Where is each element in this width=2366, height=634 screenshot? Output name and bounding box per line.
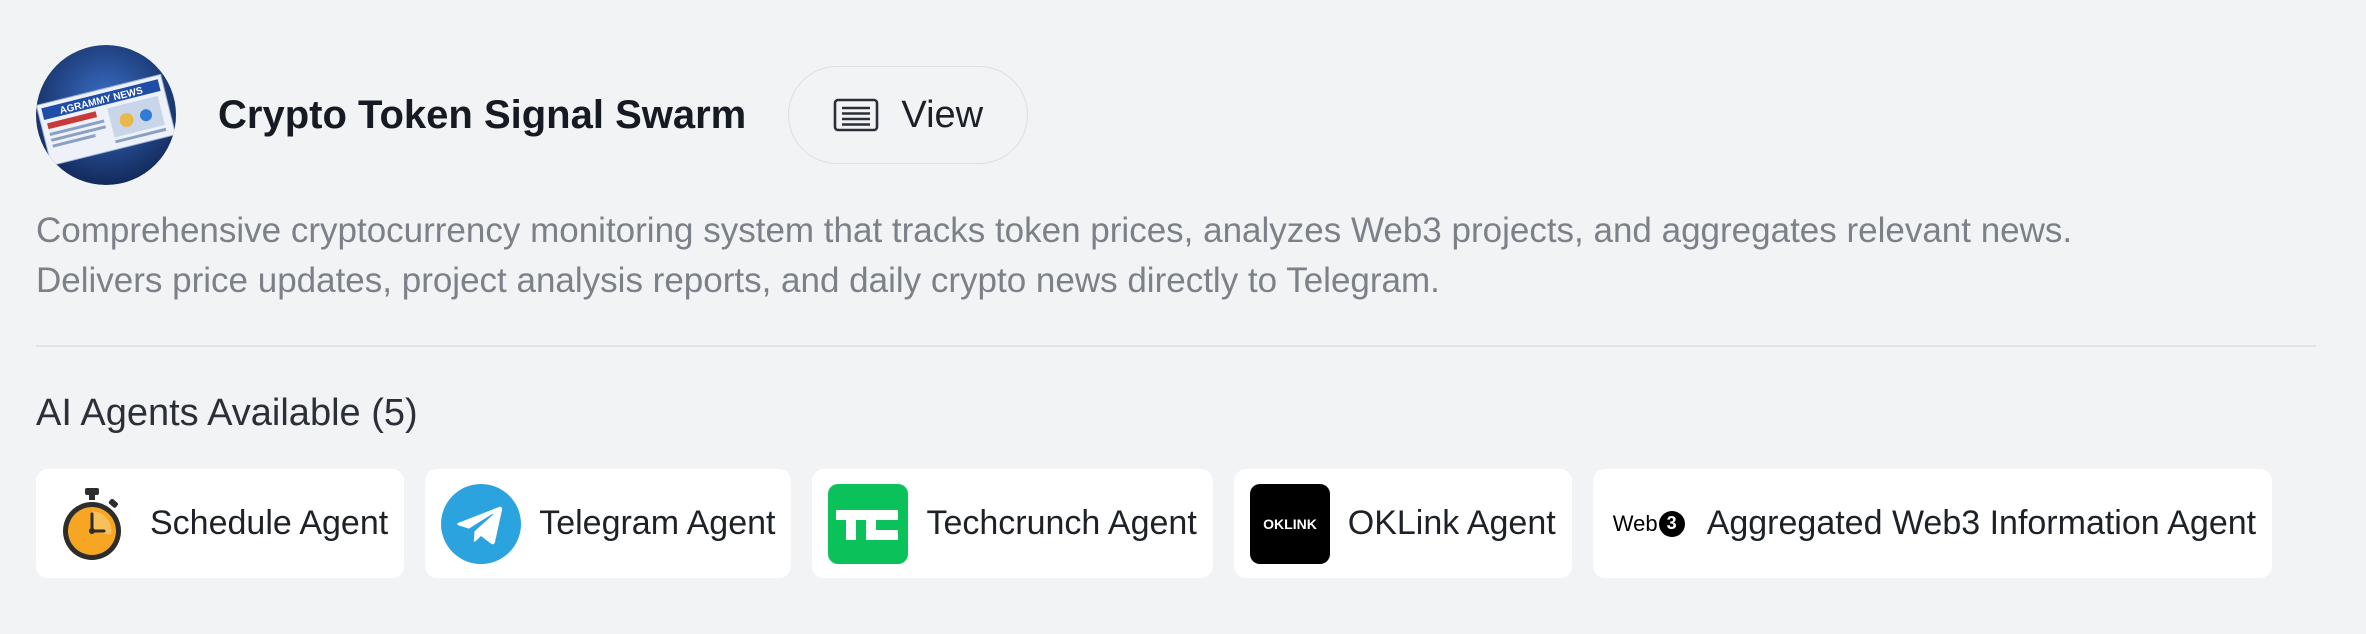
description-line-2: Delivers price updates, project analysis… xyxy=(36,261,1440,300)
document-list-icon xyxy=(834,98,879,132)
agent-card-techcrunch[interactable]: Techcrunch Agent xyxy=(812,469,1213,578)
swarm-title: Crypto Token Signal Swarm xyxy=(218,92,747,137)
agent-label: Techcrunch Agent xyxy=(926,504,1197,542)
agent-card-telegram[interactable]: Telegram Agent xyxy=(425,469,792,578)
swarm-header: AGRAMMY NEWS Crypto Token Signal Swarm V… xyxy=(36,45,1029,185)
agents-section-title: AI Agents Available (5) xyxy=(36,392,418,434)
oklink-icon: OKLINK xyxy=(1249,483,1330,564)
view-button-label: View xyxy=(901,93,984,136)
swarm-card: AGRAMMY NEWS Crypto Token Signal Swarm V… xyxy=(36,0,2316,634)
view-button[interactable]: View xyxy=(788,66,1029,164)
agent-label: Telegram Agent xyxy=(539,504,776,542)
description-line-1: Comprehensive cryptocurrency monitoring … xyxy=(36,211,2073,250)
stopwatch-icon xyxy=(52,484,132,564)
web3-logo-badge: 3 xyxy=(1658,510,1685,537)
swarm-description: Comprehensive cryptocurrency monitoring … xyxy=(36,206,2316,306)
agent-card-web3[interactable]: Web 3 Aggregated Web3 Information Agent xyxy=(1592,469,2273,578)
agent-label: Aggregated Web3 Information Agent xyxy=(1706,504,2257,542)
telegram-icon xyxy=(441,483,522,564)
oklink-logo-text: OKLINK xyxy=(1263,516,1317,532)
web3-logo-text: Web xyxy=(1612,510,1658,536)
swarm-avatar: AGRAMMY NEWS xyxy=(36,45,176,185)
agent-label: OKLink Agent xyxy=(1347,504,1556,542)
section-divider xyxy=(36,345,2316,347)
techcrunch-icon xyxy=(828,483,909,564)
agent-card-schedule[interactable]: Schedule Agent xyxy=(36,469,405,578)
agent-label: Schedule Agent xyxy=(150,504,389,542)
agents-list: Schedule Agent Telegram Agent Techcrunch… xyxy=(36,469,2273,578)
web3-icon: Web 3 xyxy=(1609,484,1689,564)
agent-card-oklink[interactable]: OKLINK OKLink Agent xyxy=(1233,469,1572,578)
